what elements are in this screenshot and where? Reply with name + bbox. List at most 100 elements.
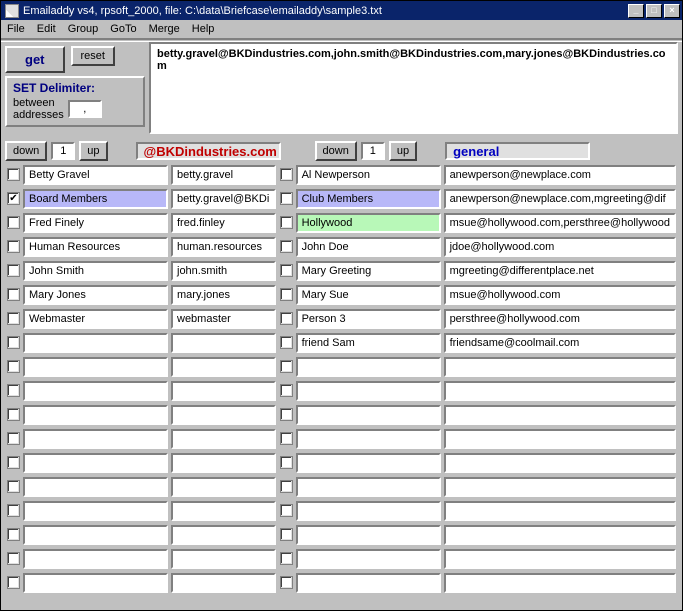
- left-row-checkbox[interactable]: [7, 240, 20, 253]
- right-row-checkbox[interactable]: [280, 432, 293, 445]
- left-row-checkbox[interactable]: [7, 504, 20, 517]
- left-row-checkbox[interactable]: [7, 456, 20, 469]
- right-row-checkbox[interactable]: [280, 384, 293, 397]
- left-row-name[interactable]: Mary Jones: [23, 285, 168, 305]
- left-row-value[interactable]: mary.jones: [171, 285, 276, 305]
- right-row-checkbox[interactable]: [280, 408, 293, 421]
- left-row-name[interactable]: [23, 525, 168, 545]
- left-row-checkbox[interactable]: [7, 288, 20, 301]
- right-row-name[interactable]: friend Sam: [296, 333, 441, 353]
- right-row-value[interactable]: anewperson@newplace.com: [444, 165, 676, 185]
- menu-goto[interactable]: GoTo: [110, 23, 136, 35]
- left-row-checkbox[interactable]: [7, 192, 20, 205]
- output-box[interactable]: betty.gravel@BKDindustries.com,john.smit…: [149, 42, 678, 134]
- right-row-value[interactable]: anewperson@newplace.com,mgreeting@dif: [444, 189, 676, 209]
- right-row-checkbox[interactable]: [280, 288, 293, 301]
- right-row-value[interactable]: [444, 405, 676, 425]
- menu-merge[interactable]: Merge: [149, 23, 180, 35]
- right-row-name[interactable]: [296, 405, 441, 425]
- menu-group[interactable]: Group: [68, 23, 99, 35]
- left-index-input[interactable]: [51, 142, 75, 160]
- right-row-name[interactable]: [296, 381, 441, 401]
- left-row-value[interactable]: [171, 453, 276, 473]
- left-row-value[interactable]: john.smith: [171, 261, 276, 281]
- right-row-checkbox[interactable]: [280, 552, 293, 565]
- right-row-name[interactable]: Person 3: [296, 309, 441, 329]
- get-button[interactable]: get: [5, 46, 65, 73]
- left-row-name[interactable]: [23, 453, 168, 473]
- left-row-value[interactable]: webmaster: [171, 309, 276, 329]
- left-row-value[interactable]: [171, 573, 276, 593]
- left-row-value[interactable]: [171, 381, 276, 401]
- left-row-name[interactable]: [23, 357, 168, 377]
- left-row-checkbox[interactable]: [7, 408, 20, 421]
- right-row-checkbox[interactable]: [280, 240, 293, 253]
- left-up-button[interactable]: up: [79, 141, 107, 161]
- left-row-value[interactable]: [171, 333, 276, 353]
- left-row-checkbox[interactable]: [7, 432, 20, 445]
- delimiter-input[interactable]: [68, 100, 102, 118]
- right-row-value[interactable]: [444, 501, 676, 521]
- right-row-value[interactable]: [444, 549, 676, 569]
- left-row-value[interactable]: [171, 549, 276, 569]
- menu-edit[interactable]: Edit: [37, 23, 56, 35]
- left-row-value[interactable]: [171, 357, 276, 377]
- left-row-checkbox[interactable]: [7, 336, 20, 349]
- maximize-button[interactable]: □: [646, 4, 662, 18]
- right-row-checkbox[interactable]: [280, 480, 293, 493]
- left-row-checkbox[interactable]: [7, 360, 20, 373]
- left-row-name[interactable]: Betty Gravel: [23, 165, 168, 185]
- right-row-name[interactable]: Mary Greeting: [296, 261, 441, 281]
- right-row-name[interactable]: Al Newperson: [296, 165, 441, 185]
- right-row-value[interactable]: jdoe@hollywood.com: [444, 237, 676, 257]
- right-row-checkbox[interactable]: [280, 192, 293, 205]
- right-row-value[interactable]: [444, 477, 676, 497]
- menu-file[interactable]: File: [7, 23, 25, 35]
- left-row-name[interactable]: [23, 477, 168, 497]
- left-row-checkbox[interactable]: [7, 384, 20, 397]
- left-row-name[interactable]: Fred Finely: [23, 213, 168, 233]
- right-row-name[interactable]: [296, 549, 441, 569]
- left-row-checkbox[interactable]: [7, 576, 20, 589]
- left-row-name[interactable]: Human Resources: [23, 237, 168, 257]
- right-row-checkbox[interactable]: [280, 264, 293, 277]
- left-row-name[interactable]: Webmaster: [23, 309, 168, 329]
- left-row-checkbox[interactable]: [7, 480, 20, 493]
- left-down-button[interactable]: down: [5, 141, 47, 161]
- right-row-checkbox[interactable]: [280, 336, 293, 349]
- right-down-button[interactable]: down: [315, 141, 357, 161]
- left-row-value[interactable]: betty.gravel: [171, 165, 276, 185]
- right-row-name[interactable]: [296, 573, 441, 593]
- left-row-name[interactable]: [23, 333, 168, 353]
- right-row-checkbox[interactable]: [280, 456, 293, 469]
- left-row-checkbox[interactable]: [7, 312, 20, 325]
- left-row-value[interactable]: [171, 429, 276, 449]
- left-row-checkbox[interactable]: [7, 552, 20, 565]
- right-row-checkbox[interactable]: [280, 504, 293, 517]
- right-index-input[interactable]: [361, 142, 385, 160]
- right-row-name[interactable]: Mary Sue: [296, 285, 441, 305]
- right-row-value[interactable]: mgreeting@differentplace.net: [444, 261, 676, 281]
- right-row-name[interactable]: Hollywood: [296, 213, 441, 233]
- right-row-name[interactable]: [296, 429, 441, 449]
- left-row-value[interactable]: [171, 405, 276, 425]
- right-row-checkbox[interactable]: [280, 528, 293, 541]
- left-row-name[interactable]: [23, 405, 168, 425]
- right-row-checkbox[interactable]: [280, 216, 293, 229]
- reset-button[interactable]: reset: [71, 46, 115, 66]
- right-row-name[interactable]: [296, 501, 441, 521]
- minimize-button[interactable]: _: [628, 4, 644, 18]
- left-row-name[interactable]: [23, 381, 168, 401]
- right-row-checkbox[interactable]: [280, 168, 293, 181]
- menu-help[interactable]: Help: [192, 23, 215, 35]
- left-row-checkbox[interactable]: [7, 168, 20, 181]
- right-row-value[interactable]: [444, 525, 676, 545]
- right-row-value[interactable]: [444, 453, 676, 473]
- right-row-value[interactable]: friendsame@coolmail.com: [444, 333, 676, 353]
- right-row-name[interactable]: John Doe: [296, 237, 441, 257]
- left-row-value[interactable]: [171, 477, 276, 497]
- left-row-value[interactable]: [171, 525, 276, 545]
- right-row-value[interactable]: [444, 429, 676, 449]
- left-row-name[interactable]: Board Members: [23, 189, 168, 209]
- left-row-name[interactable]: John Smith: [23, 261, 168, 281]
